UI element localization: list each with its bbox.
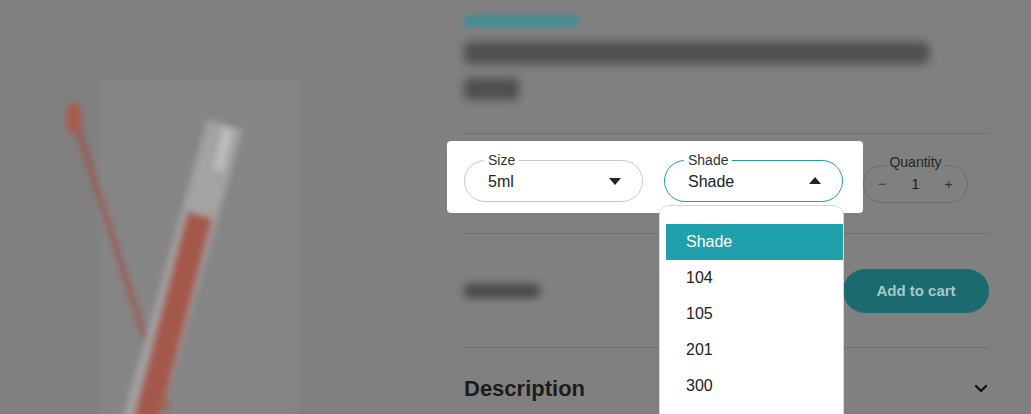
chevron-down-icon[interactable]	[974, 384, 988, 394]
product-info: Size5mlShadeShadeShade104105201300 Quant…	[464, 0, 989, 414]
product-page: Size5mlShadeShadeShade104105201300 Quant…	[0, 0, 1031, 414]
product-gallery	[0, 0, 464, 414]
quantity-label: Quantity	[885, 154, 945, 170]
select-value: Shade	[688, 172, 734, 192]
variant-select[interactable]: Size5ml	[464, 160, 643, 202]
shade-option[interactable]: 300	[666, 368, 843, 404]
title-blur	[464, 42, 929, 64]
price-blur	[464, 284, 540, 298]
shade-option[interactable]: 105	[666, 296, 843, 332]
select-label: Shade	[684, 152, 732, 168]
increment-button[interactable]: +	[944, 174, 953, 194]
shade-menu: Shade104105201300	[659, 205, 844, 414]
quantity-value[interactable]: 1	[911, 174, 919, 194]
add-to-cart-button[interactable]: Add to cart	[843, 269, 989, 313]
title-blur	[464, 78, 519, 100]
caret-down-icon[interactable]	[609, 178, 621, 185]
decrement-button[interactable]: −	[878, 174, 887, 194]
description-title: Description	[464, 375, 585, 403]
shade-option[interactable]: 104	[666, 260, 843, 296]
select-value: 5ml	[488, 172, 514, 192]
vendor-blur	[464, 16, 579, 26]
shade-option[interactable]: Shade	[666, 224, 843, 260]
variant-select[interactable]: ShadeShadeShade104105201300	[664, 160, 843, 202]
variant-row: Size5mlShadeShadeShade104105201300 Quant…	[464, 141, 989, 213]
select-label: Size	[484, 152, 519, 168]
quantity-input[interactable]: Quantity−1+	[863, 165, 968, 203]
divider	[464, 133, 989, 134]
caret-up-icon[interactable]	[809, 177, 821, 184]
shade-option[interactable]: 201	[666, 332, 843, 368]
variant-picker: Size5mlShadeShadeShade104105201300	[447, 141, 863, 213]
product-photo-icon	[50, 80, 310, 414]
